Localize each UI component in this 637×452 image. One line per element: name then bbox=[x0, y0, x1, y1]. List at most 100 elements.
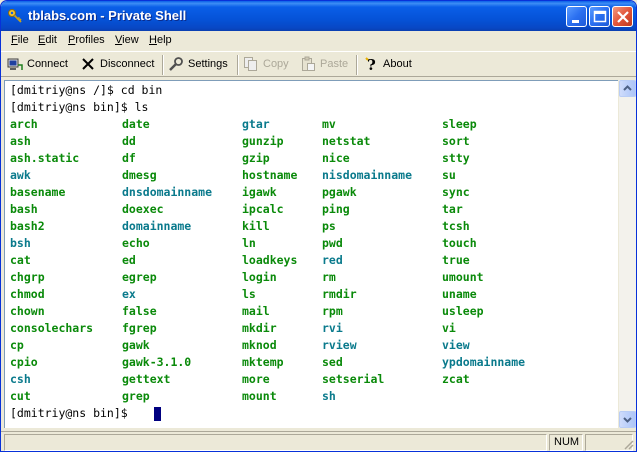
menu-edit[interactable]: Edit bbox=[38, 34, 57, 46]
settings-wrench-icon bbox=[169, 57, 183, 71]
connect-button[interactable]: Connect bbox=[7, 55, 69, 75]
about-label: About bbox=[383, 58, 412, 70]
terminal-output[interactable]: [dmitriy@ns /]$ cd bin [dmitriy@ns bin]$… bbox=[4, 80, 618, 428]
listing-file: sync bbox=[442, 185, 470, 199]
listing-file: chgrp bbox=[10, 270, 45, 284]
listing-file: false bbox=[122, 304, 157, 318]
copy-icon bbox=[244, 57, 257, 71]
listing-file: touch bbox=[442, 236, 477, 250]
listing-file: dmesg bbox=[122, 168, 157, 182]
listing-file: ash.static bbox=[10, 151, 80, 165]
listing-file: bash2 bbox=[10, 219, 45, 233]
listing-file: tcsh bbox=[442, 219, 470, 233]
listing-file: igawk bbox=[242, 185, 277, 199]
minimize-button[interactable] bbox=[566, 6, 587, 27]
listing-file: tar bbox=[442, 202, 463, 216]
listing-file: mkdir bbox=[242, 321, 277, 335]
toolbar: Connect Disconnect Settings Copy Paste ?… bbox=[1, 51, 636, 77]
listing-file: su bbox=[442, 168, 456, 182]
listing-symlink: ypdomainname bbox=[442, 355, 526, 369]
paste-label: Paste bbox=[320, 58, 349, 70]
listing-symlink: ex bbox=[122, 287, 136, 301]
copy-button[interactable]: Copy bbox=[243, 55, 293, 75]
menu-profiles[interactable]: Profiles bbox=[68, 34, 105, 46]
paste-icon bbox=[302, 56, 315, 71]
listing-symlink: rview bbox=[322, 338, 357, 352]
disconnect-label: Disconnect bbox=[100, 58, 155, 70]
listing-file: doexec bbox=[122, 202, 164, 216]
scroll-down-button[interactable] bbox=[619, 411, 636, 428]
arrow-up-icon bbox=[623, 85, 632, 91]
scroll-track[interactable] bbox=[619, 97, 636, 411]
listing-file: hostname bbox=[242, 168, 298, 182]
listing-file: netstat bbox=[322, 134, 371, 148]
menu-view[interactable]: View bbox=[115, 34, 139, 46]
listing-file: ipcalc bbox=[242, 202, 284, 216]
listing-file: mknod bbox=[242, 338, 277, 352]
scroll-up-button[interactable] bbox=[619, 80, 636, 97]
listing-file: dd bbox=[122, 134, 136, 148]
listing-file: cat bbox=[10, 253, 31, 267]
listing-file: more bbox=[242, 372, 270, 386]
listing-file: umount bbox=[442, 270, 484, 284]
paste-button[interactable]: Paste bbox=[300, 55, 352, 75]
about-button[interactable]: ? About bbox=[363, 55, 415, 75]
listing-symlink: domainname bbox=[122, 219, 192, 233]
title-bar[interactable]: tblabs.com - Private Shell bbox=[1, 1, 636, 31]
listing-file: df bbox=[122, 151, 136, 165]
listing-file: sed bbox=[322, 355, 343, 369]
disconnect-icon bbox=[82, 58, 94, 70]
terminal-line: [dmitriy@ns /]$ cd bin bbox=[10, 83, 163, 97]
listing-symlink: view bbox=[442, 338, 470, 352]
listing-file: ln bbox=[242, 236, 256, 250]
terminal-prompt: [dmitriy@ns bin]$ bbox=[10, 406, 135, 420]
status-bar: NUM bbox=[1, 431, 636, 451]
listing-file: usleep bbox=[442, 304, 484, 318]
listing-file: mktemp bbox=[242, 355, 284, 369]
listing-file: grep bbox=[122, 389, 150, 403]
listing-file: gawk-3.1.0 bbox=[122, 355, 192, 369]
close-icon bbox=[617, 11, 629, 23]
listing-symlink: nisdomainname bbox=[322, 168, 413, 182]
listing-file: gzip bbox=[242, 151, 270, 165]
menu-help[interactable]: Help bbox=[149, 34, 172, 46]
listing-file: pgawk bbox=[322, 185, 357, 199]
listing-file: arch bbox=[10, 117, 38, 131]
help-question-icon: ? bbox=[365, 56, 376, 72]
listing-file: fgrep bbox=[122, 321, 157, 335]
listing-file: cpio bbox=[10, 355, 38, 369]
settings-button[interactable]: Settings bbox=[168, 55, 230, 75]
listing-file: ed bbox=[122, 253, 136, 267]
minimize-icon bbox=[572, 20, 579, 23]
listing-file: setserial bbox=[322, 372, 385, 386]
listing-file: chown bbox=[10, 304, 45, 318]
toolbar-separator bbox=[356, 55, 358, 75]
listing-symlink: gtar bbox=[242, 117, 270, 131]
listing-file: sort bbox=[442, 134, 470, 148]
listing-symlink: red bbox=[322, 253, 343, 267]
listing-symlink: rvi bbox=[322, 321, 343, 335]
listing-file: gawk bbox=[122, 338, 150, 352]
vertical-scrollbar[interactable] bbox=[618, 80, 636, 428]
listing-symlink: csh bbox=[10, 372, 31, 386]
listing-file: sleep bbox=[442, 117, 477, 131]
menu-file[interactable]: File bbox=[11, 34, 29, 46]
listing-file: gunzip bbox=[242, 134, 284, 148]
listing-file: cut bbox=[10, 389, 31, 403]
resize-grip-icon[interactable] bbox=[622, 438, 634, 450]
listing-file: gettext bbox=[122, 372, 171, 386]
maximize-icon bbox=[593, 10, 607, 23]
listing-file: bash bbox=[10, 202, 38, 216]
listing-file: cp bbox=[10, 338, 24, 352]
listing-symlink: sh bbox=[322, 389, 336, 403]
listing-symlink: dnsdomainname bbox=[122, 185, 213, 199]
listing-file: uname bbox=[442, 287, 477, 301]
listing-file: nice bbox=[322, 151, 350, 165]
disconnect-button[interactable]: Disconnect bbox=[80, 55, 156, 75]
listing-file: chmod bbox=[10, 287, 45, 301]
listing-file: rm bbox=[322, 270, 336, 284]
listing-file: loadkeys bbox=[242, 253, 298, 267]
close-button[interactable] bbox=[612, 6, 633, 27]
listing-file: vi bbox=[442, 321, 456, 335]
maximize-button[interactable] bbox=[589, 6, 610, 27]
